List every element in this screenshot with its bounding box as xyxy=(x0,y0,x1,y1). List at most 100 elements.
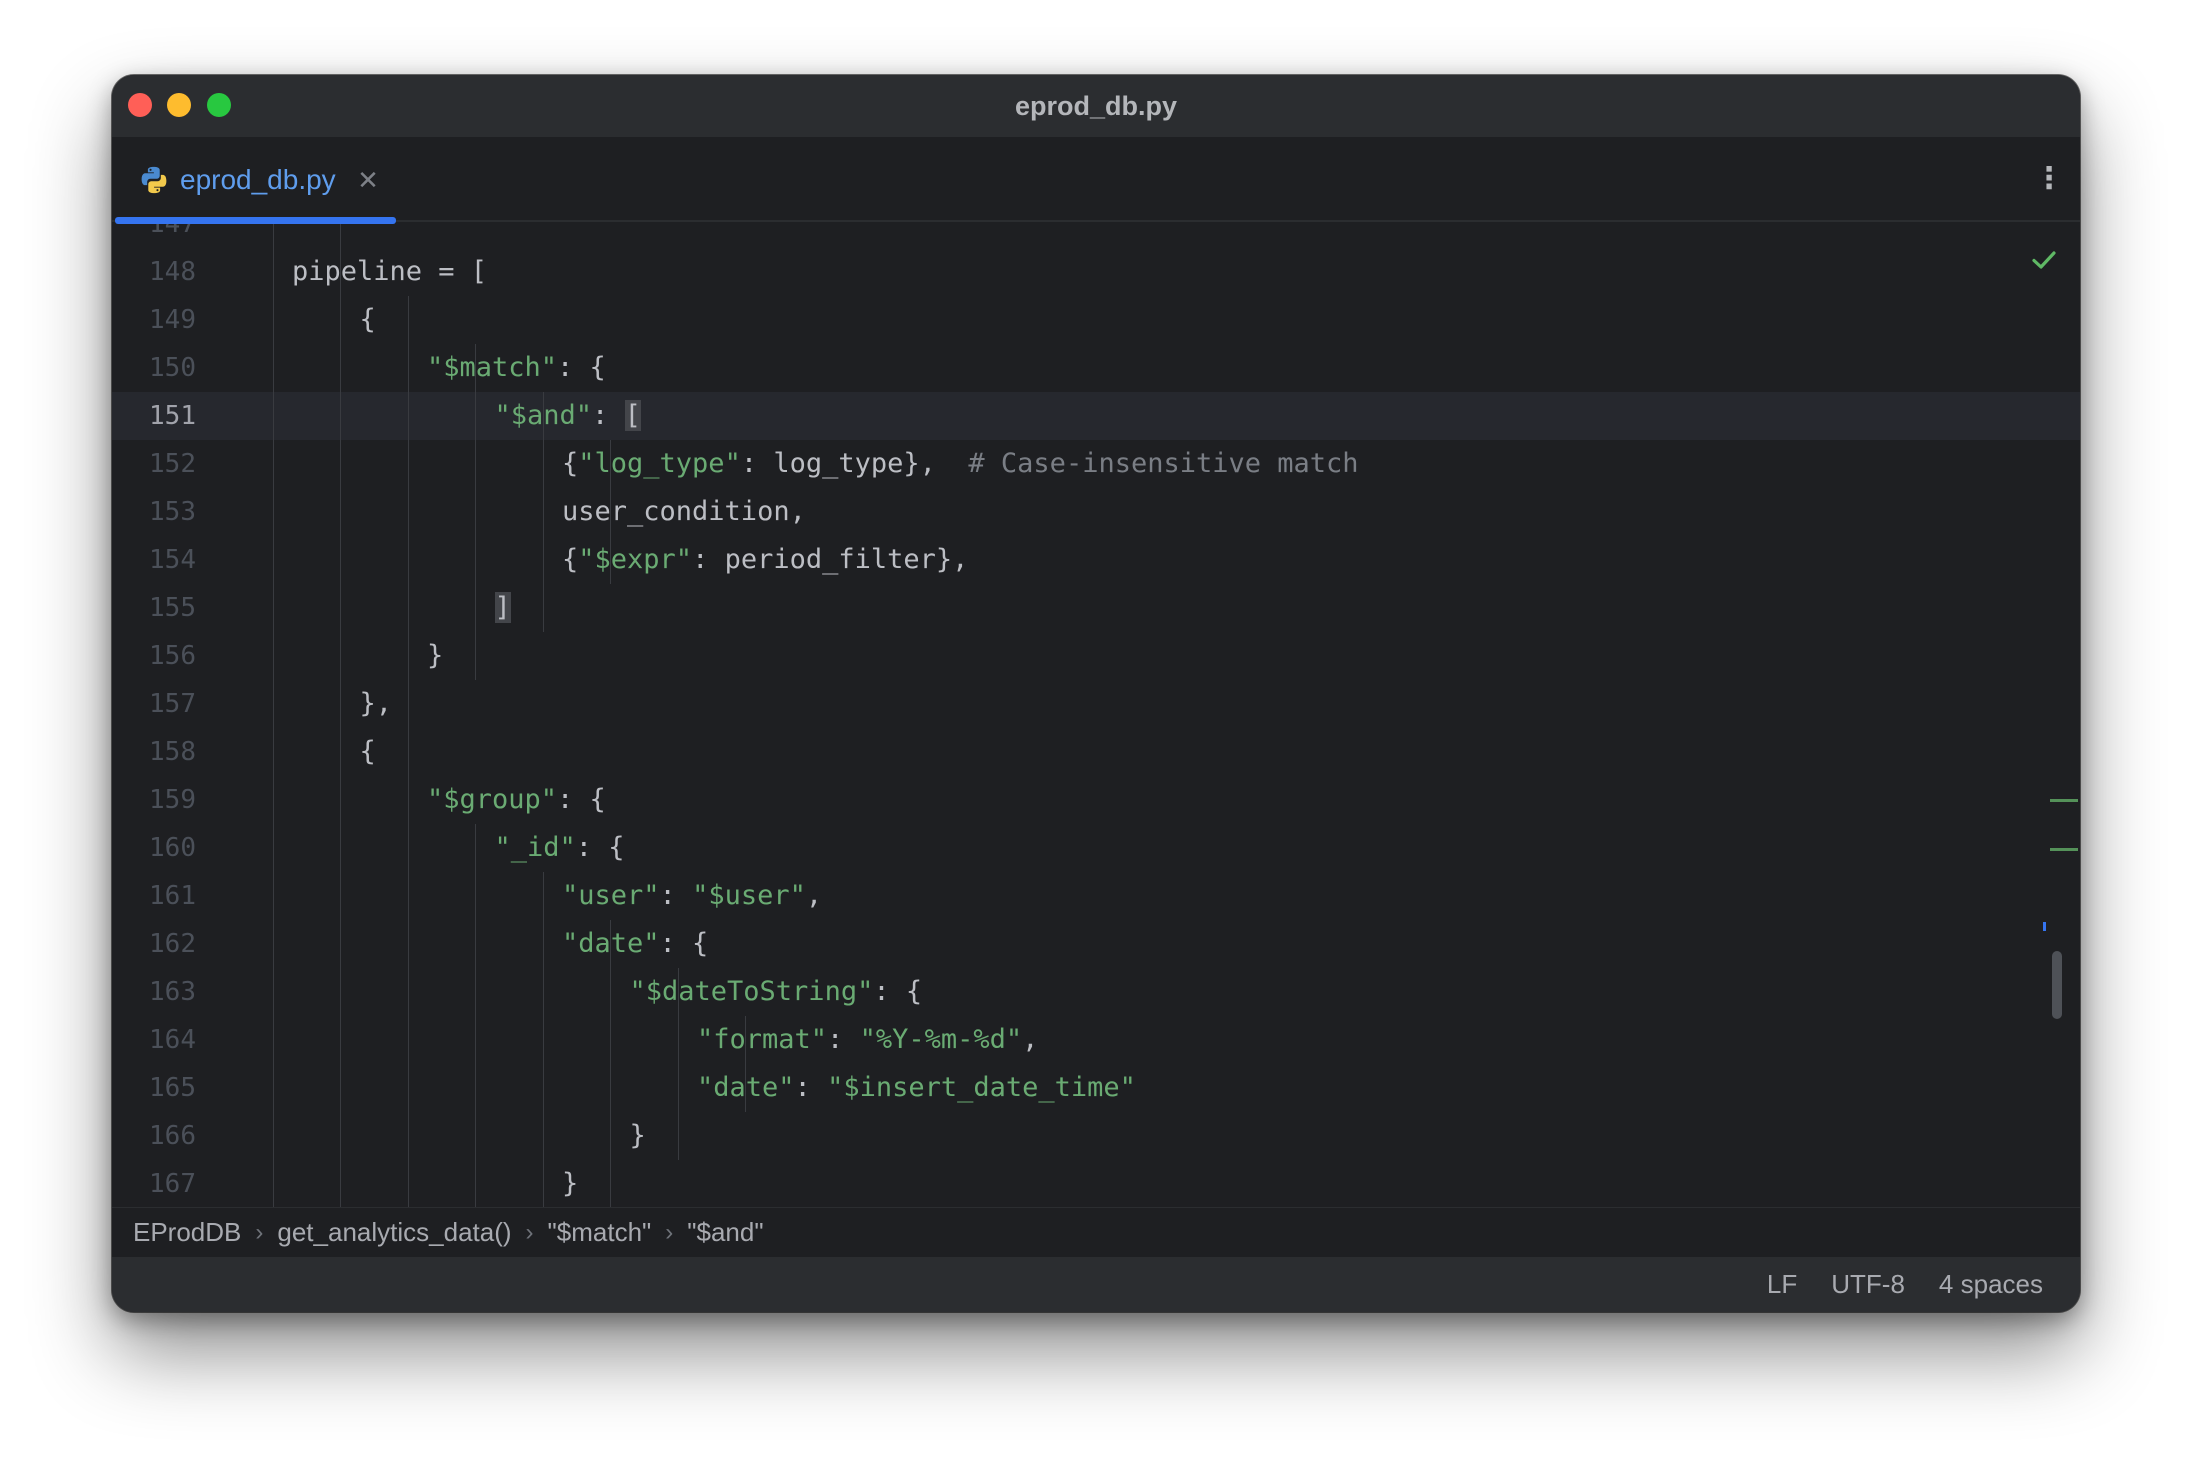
line-number[interactable]: 155 xyxy=(112,584,196,632)
line-number[interactable]: 162 xyxy=(112,920,196,968)
breadcrumb: EProdDB › get_analytics_data() › "$match" › "$… xyxy=(112,1207,2080,1257)
code-text[interactable]: "$and": [ xyxy=(495,392,641,440)
editor-tab[interactable]: eprod_db.py ✕ xyxy=(115,137,396,224)
line-number[interactable]: 149 xyxy=(112,296,196,344)
code-text[interactable]: "user": "$user", xyxy=(562,872,822,920)
chevron-right-icon: › xyxy=(255,1218,264,1246)
code-token: } xyxy=(427,640,444,671)
code-token: pipeline = [ xyxy=(292,256,488,287)
line-number[interactable]: 151 xyxy=(112,392,196,440)
no-problems-check-icon[interactable] xyxy=(2030,246,2058,274)
code-text[interactable]: } xyxy=(562,1160,578,1207)
code-token: : xyxy=(592,400,625,431)
vertical-scrollbar[interactable] xyxy=(2052,951,2062,1019)
line-number[interactable]: 166 xyxy=(112,1112,196,1160)
line-number[interactable]: 161 xyxy=(112,872,196,920)
breadcrumb-item[interactable]: EProdDB xyxy=(133,1217,241,1248)
indent-guide xyxy=(610,920,611,1207)
code-text[interactable]: "$group": { xyxy=(427,776,606,824)
tab-label: eprod_db.py xyxy=(180,164,336,195)
line-number[interactable]: 159 xyxy=(112,776,196,824)
line-number[interactable]: 150 xyxy=(112,344,196,392)
code-line[interactable]: 148 pipeline = [ xyxy=(112,248,2080,296)
line-separator-widget[interactable]: LF xyxy=(1767,1269,1797,1300)
line-number[interactable]: 167 xyxy=(112,1160,196,1207)
string-token: "$user" xyxy=(692,880,806,911)
code-token: : { xyxy=(557,352,606,383)
code-token: : { xyxy=(659,928,709,959)
code-text[interactable]: { xyxy=(360,728,376,776)
code-token: : { xyxy=(575,832,625,863)
chevron-right-icon: › xyxy=(525,1218,534,1246)
line-number[interactable]: 157 xyxy=(112,680,196,728)
indent-guide xyxy=(610,440,611,584)
close-tab-icon[interactable]: ✕ xyxy=(355,162,381,198)
code-text[interactable]: "$match": { xyxy=(427,344,606,392)
code-token: , xyxy=(805,880,823,911)
line-number[interactable]: 165 xyxy=(112,1064,196,1112)
code-token: , xyxy=(1022,1024,1039,1055)
code-text[interactable]: pipeline = [ xyxy=(292,248,487,296)
breadcrumb-item[interactable]: get_analytics_data() xyxy=(277,1217,511,1248)
code-token: : xyxy=(794,1072,828,1103)
indent-guide xyxy=(475,824,476,1207)
code-text[interactable]: }, xyxy=(360,680,393,728)
encoding-widget[interactable]: UTF-8 xyxy=(1831,1269,1905,1300)
position-marker xyxy=(2043,922,2046,931)
code-text[interactable]: } xyxy=(427,632,443,680)
line-number[interactable]: 152 xyxy=(112,440,196,488)
code-token: : xyxy=(659,880,693,911)
more-options-icon[interactable]: ⋮ xyxy=(2034,161,2064,197)
editor-tab-bar: eprod_db.py ✕ ⋮ xyxy=(112,137,2080,224)
breadcrumb-item[interactable]: "$match" xyxy=(548,1217,652,1248)
window-title: eprod_db.py xyxy=(1014,91,1177,121)
python-file-icon xyxy=(141,166,167,194)
line-number[interactable]: 156 xyxy=(112,632,196,680)
line-number[interactable]: 164 xyxy=(112,1016,196,1064)
comment-token: # Case-insensitive match xyxy=(968,448,1359,479)
active-tab-indicator xyxy=(115,217,396,224)
breadcrumb-item[interactable]: "$and" xyxy=(687,1217,763,1248)
code-editor[interactable]: 167} 166} 165 "date": "$insert_date_time" 16… xyxy=(112,224,2080,1207)
code-token: : log_type}, xyxy=(740,448,969,479)
line-number[interactable]: 158 xyxy=(112,728,196,776)
code-token: : { xyxy=(557,784,606,815)
matched-bracket: [ xyxy=(624,400,641,431)
string-token: "$insert_date_time" xyxy=(827,1072,1136,1103)
matched-bracket: ] xyxy=(494,592,511,623)
change-marker[interactable] xyxy=(2050,848,2078,851)
string-token: "format" xyxy=(697,1024,828,1055)
code-text[interactable]: ] xyxy=(494,584,511,632)
code-text[interactable]: {"log_type": log_type}, # Case-insensiti… xyxy=(562,440,1359,488)
string-token: "$match" xyxy=(427,352,558,383)
code-text[interactable]: "format": "%Y-%m-%d", xyxy=(697,1016,1038,1064)
code-text[interactable]: { xyxy=(360,296,376,344)
code-token: { xyxy=(359,736,376,767)
line-number[interactable]: 160 xyxy=(112,824,196,872)
code-token: user_condition, xyxy=(562,496,806,527)
line-number[interactable]: 153 xyxy=(112,488,196,536)
title-bar: eprod_db.py xyxy=(112,75,2080,137)
code-line[interactable]: 147 xyxy=(112,224,2080,248)
indent-guide xyxy=(340,224,341,1207)
indent-guide xyxy=(542,872,544,1207)
line-number[interactable]: 163 xyxy=(112,968,196,1016)
code-text[interactable]: {"$expr": period_filter}, xyxy=(562,536,968,584)
change-marker[interactable] xyxy=(2050,799,2078,802)
line-number[interactable]: 154 xyxy=(112,536,196,584)
indent-widget[interactable]: 4 spaces xyxy=(1939,1269,2043,1300)
indent-guide xyxy=(677,968,679,1160)
ide-window: eprod_db.py eprod_db.py ✕ ⋮ 167} 166} 165 "… xyxy=(112,75,2080,1312)
string-token: "$group" xyxy=(427,784,558,815)
code-text[interactable]: "date": "$insert_date_time" xyxy=(697,1064,1136,1112)
code-text[interactable]: "_id": { xyxy=(495,824,625,872)
code-text[interactable]: "$dateToString": { xyxy=(630,968,923,1016)
line-number[interactable]: 147 xyxy=(112,224,196,248)
string-token: "$dateToString" xyxy=(629,976,874,1007)
indent-guide xyxy=(272,224,274,1207)
code-text[interactable]: "date": { xyxy=(562,920,708,968)
code-text[interactable]: } xyxy=(630,1112,646,1160)
code-token: }, xyxy=(359,688,393,719)
code-text[interactable]: user_condition, xyxy=(562,488,806,536)
line-number[interactable]: 148 xyxy=(112,248,196,296)
